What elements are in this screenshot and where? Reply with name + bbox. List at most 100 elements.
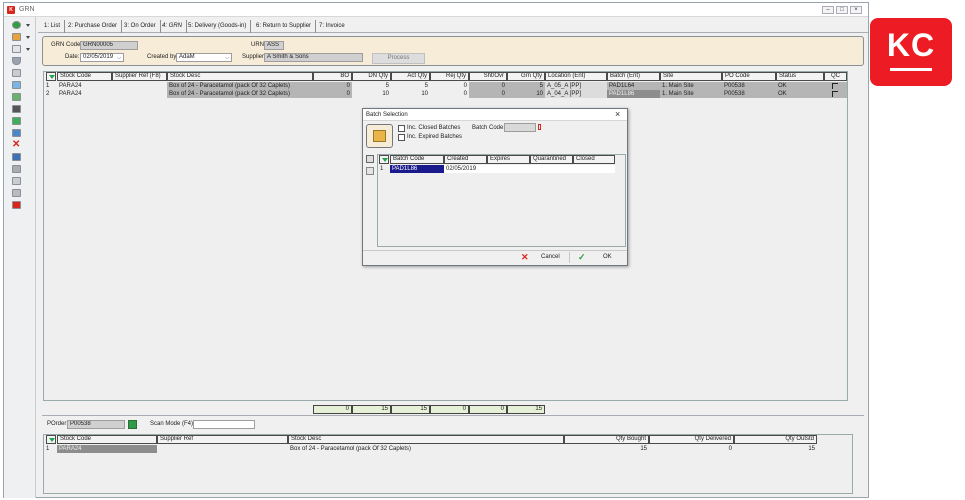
- inc-expired-checkbox[interactable]: [398, 134, 405, 141]
- tab-delivery[interactable]: 5: Delivery (Goods-in): [184, 20, 252, 33]
- col-qty-outstd[interactable]: Qty Outstd: [734, 435, 817, 444]
- date-picker[interactable]: 02/05/2019 ⌵: [80, 53, 124, 62]
- filter-row-icon[interactable]: [46, 72, 56, 81]
- col-expires[interactable]: Expires: [487, 155, 530, 164]
- rej-qty-cell[interactable]: 0: [430, 90, 469, 98]
- col-closed[interactable]: Closed: [573, 155, 615, 164]
- supplier-ref-cell[interactable]: [112, 82, 167, 90]
- act-qty-cell[interactable]: 10: [391, 90, 430, 98]
- add-dropdown-icon[interactable]: [26, 24, 30, 27]
- copy-icon[interactable]: [366, 155, 374, 163]
- export-icon[interactable]: [12, 129, 21, 137]
- supplier-field[interactable]: A Smith & Sons: [264, 53, 363, 62]
- dn-qty-cell[interactable]: 10: [352, 90, 391, 98]
- col-rej-qty[interactable]: Rej Qty: [430, 72, 469, 81]
- col-supplier-ref[interactable]: Supplier Ref (F8): [112, 72, 167, 81]
- copy-icon[interactable]: [12, 33, 21, 41]
- scan-mode-input[interactable]: [193, 420, 255, 429]
- remove-icon[interactable]: [366, 167, 374, 175]
- col-grn-qty[interactable]: Grn Qty: [507, 72, 545, 81]
- col-stock-code[interactable]: Stock Code: [57, 435, 157, 444]
- col-dn-qty[interactable]: DN Qty: [352, 72, 391, 81]
- close-icon[interactable]: ×: [615, 110, 620, 119]
- copy-dropdown-icon[interactable]: [26, 36, 30, 39]
- dn-qty-cell[interactable]: 5: [352, 82, 391, 90]
- notes-icon[interactable]: [12, 165, 21, 173]
- col-po-code[interactable]: PO Code: [722, 72, 776, 81]
- col-site[interactable]: Site: [660, 72, 722, 81]
- supplier-ref-cell[interactable]: [112, 90, 167, 98]
- qc-checkbox[interactable]: [832, 91, 838, 97]
- print-icon[interactable]: [12, 105, 21, 113]
- rej-qty-cell[interactable]: 0: [430, 82, 469, 90]
- stock-code-cell[interactable]: PARA24: [57, 82, 112, 90]
- filter-row-icon[interactable]: [379, 155, 389, 164]
- table-row[interactable]: 1 PAD1L86 02/05/2019: [378, 165, 615, 173]
- batch-action-button[interactable]: [366, 124, 393, 148]
- grn-code-field[interactable]: GRN00005: [80, 41, 138, 50]
- filter-row-icon[interactable]: [46, 435, 56, 444]
- ok-button[interactable]: ✓ OK: [569, 252, 612, 263]
- tab-grn[interactable]: 4: GRN: [158, 20, 188, 33]
- batch-cell[interactable]: PAD1L64: [607, 82, 660, 90]
- stock-code-cell[interactable]: PARA24: [57, 90, 112, 98]
- table-row[interactable]: 1 PARA24 Box of 24 - Paracetamol (pack O…: [44, 445, 817, 453]
- document-dropdown-icon[interactable]: [26, 48, 30, 51]
- col-qc[interactable]: QC: [824, 72, 847, 81]
- delete-icon[interactable]: ✕: [12, 140, 20, 150]
- exit-icon[interactable]: [12, 201, 21, 209]
- col-batch-code[interactable]: Batch Code: [390, 155, 444, 164]
- sync-icon[interactable]: [12, 81, 21, 89]
- col-stock-desc[interactable]: Stock Desc: [167, 72, 313, 81]
- created-by-select[interactable]: AdaM ⌵: [176, 53, 232, 62]
- col-created[interactable]: Created: [444, 155, 487, 164]
- tab-purchase-order[interactable]: 2: Purchase Order: [64, 20, 123, 33]
- add-icon[interactable]: [12, 21, 21, 29]
- clear-icon[interactable]: [538, 124, 541, 130]
- inc-closed-checkbox[interactable]: [398, 125, 405, 132]
- tab-on-order[interactable]: 3: On Order: [120, 20, 161, 33]
- go-arrow-icon[interactable]: [128, 420, 137, 429]
- cancel-button[interactable]: ✕ Cancel: [519, 252, 560, 263]
- act-qty-cell[interactable]: 5: [391, 82, 430, 90]
- filter-icon[interactable]: [12, 57, 21, 65]
- batch-code-field[interactable]: [504, 123, 536, 132]
- location-cell[interactable]: A_04_A [PP]: [545, 90, 607, 98]
- save-icon[interactable]: [12, 153, 21, 161]
- tab-return-to-supplier[interactable]: 6: Return to Supplier: [252, 20, 317, 33]
- stock-code-cell[interactable]: PARA24: [57, 445, 157, 453]
- col-batch[interactable]: Batch (Ent): [607, 72, 660, 81]
- col-bo[interactable]: BO: [313, 72, 352, 81]
- minimize-button[interactable]: –: [822, 6, 834, 14]
- col-status[interactable]: Status: [776, 72, 824, 81]
- qty-outstd-cell: 15: [808, 446, 815, 452]
- col-qty-bought[interactable]: Qty Bought: [564, 435, 649, 444]
- table-row[interactable]: 2 PARA24 Box of 24 - Paracetamol (pack O…: [44, 90, 847, 98]
- close-window-button[interactable]: ×: [850, 6, 862, 14]
- col-stock-desc[interactable]: Stock Desc: [288, 435, 564, 444]
- tab-list[interactable]: 1: List: [40, 20, 66, 33]
- rewind-icon[interactable]: [12, 69, 21, 77]
- col-location[interactable]: Location (Ent): [545, 72, 607, 81]
- maximize-button[interactable]: □: [836, 6, 848, 14]
- col-qty-delivered[interactable]: Qty Delivered: [649, 435, 734, 444]
- col-act-qty[interactable]: Act Qty: [391, 72, 430, 81]
- batch-cell[interactable]: PAD1L86: [607, 90, 660, 98]
- document-icon[interactable]: [12, 45, 21, 53]
- import-icon[interactable]: [12, 117, 21, 125]
- qc-checkbox[interactable]: [832, 83, 838, 89]
- process-button[interactable]: Process: [372, 53, 425, 64]
- table-row[interactable]: 1 PARA24 Box of 24 - Paracetamol (pack O…: [44, 82, 847, 90]
- col-sht-ovr[interactable]: Sht/Ovr: [469, 72, 507, 81]
- attachment-icon[interactable]: [12, 177, 21, 185]
- col-supplier-ref[interactable]: Supplier Ref: [157, 435, 288, 444]
- urn-field[interactable]: ASS: [264, 41, 284, 50]
- history-icon[interactable]: [12, 189, 21, 197]
- col-stock-code[interactable]: Stock Code: [57, 72, 112, 81]
- location-cell[interactable]: A_05_A [PP]: [545, 82, 607, 90]
- report-icon[interactable]: [12, 93, 21, 101]
- col-quarantined[interactable]: Quarantined: [530, 155, 573, 164]
- tab-invoice[interactable]: 7: Invoice: [315, 20, 349, 33]
- porder-field[interactable]: P00538: [67, 420, 125, 429]
- batch-code-cell[interactable]: PAD1L86: [390, 165, 444, 173]
